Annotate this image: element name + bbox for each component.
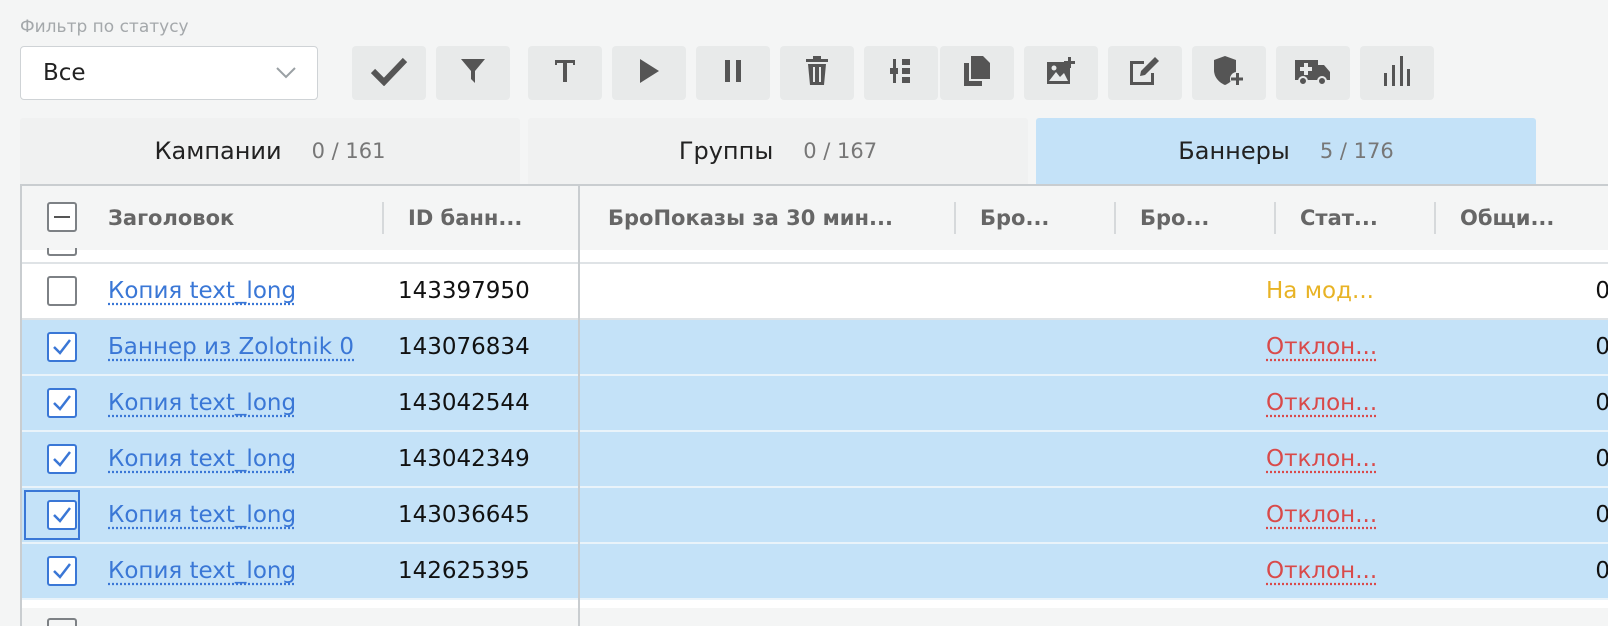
ambulance-icon xyxy=(1294,56,1332,90)
tab-count: 0 / 161 xyxy=(311,139,386,163)
banner-id: 143042544 xyxy=(398,390,530,416)
copy-button[interactable] xyxy=(940,46,1014,100)
banner-id: 143076834 xyxy=(398,334,530,360)
table-row[interactable]: Копия text_long 143042544 Отклон... 0 xyxy=(22,376,1608,432)
tab-label: Группы xyxy=(678,137,774,165)
total-value: 0 xyxy=(1442,320,1608,374)
shield-button[interactable] xyxy=(1192,46,1266,100)
table-row[interactable]: Копия text_long 142625395 Отклон... 0 xyxy=(22,544,1608,600)
play-icon xyxy=(637,57,661,89)
total-value: 0 xyxy=(1442,264,1608,318)
edit-button[interactable] xyxy=(1108,46,1182,100)
banner-title-link[interactable]: Копия text_long xyxy=(108,278,296,304)
text-icon xyxy=(553,58,577,88)
structure-button[interactable] xyxy=(864,46,938,100)
tab-count: 0 / 167 xyxy=(803,139,878,163)
column-header-bro-2[interactable]: Бро... xyxy=(1140,186,1270,250)
status-badge[interactable]: Отклон... xyxy=(1266,390,1377,416)
stats-button[interactable] xyxy=(1360,46,1434,100)
tab-count: 5 / 176 xyxy=(1319,139,1394,163)
status-badge[interactable]: Отклон... xyxy=(1266,334,1377,360)
filter-label: Фильтр по статусу xyxy=(20,17,189,37)
row-checkbox[interactable] xyxy=(47,444,77,474)
shield-plus-icon xyxy=(1213,55,1245,91)
banners-table: Заголовок ID банн... БроПоказы за 30 мин… xyxy=(20,184,1608,626)
frozen-column-divider xyxy=(578,186,580,626)
table-row[interactable]: Копия text_long 143397950 На мод... 0 xyxy=(22,264,1608,320)
banner-id: 143397950 xyxy=(398,278,530,304)
add-image-button[interactable] xyxy=(1024,46,1098,100)
pause-icon xyxy=(723,58,743,88)
total-value: 0 xyxy=(1442,544,1608,598)
column-header-total[interactable]: Общи... xyxy=(1460,186,1608,250)
row-checkbox[interactable] xyxy=(47,332,77,362)
table-row-partial xyxy=(22,248,1608,264)
trash-icon xyxy=(805,56,829,90)
select-all-checkbox[interactable] xyxy=(47,202,77,232)
banner-title-link[interactable]: Баннер из Zolotnik 0 xyxy=(108,334,354,360)
filter-icon xyxy=(460,57,486,89)
tab-label: Кампании xyxy=(154,137,282,165)
banner-id: 143042349 xyxy=(398,446,530,472)
pause-button[interactable] xyxy=(696,46,770,100)
check-icon xyxy=(370,56,408,90)
banner-title-link[interactable]: Копия text_long xyxy=(108,558,296,584)
status-badge[interactable]: Отклон... xyxy=(1266,502,1377,528)
table-row[interactable]: Копия text_long 143036645 Отклон... 0 xyxy=(22,488,1608,544)
banner-title-link[interactable]: Копия text_long xyxy=(108,390,296,416)
total-value: 0 xyxy=(1442,432,1608,486)
sitemap-icon xyxy=(889,57,913,89)
banner-title-link[interactable]: Копия text_long xyxy=(108,502,296,528)
total-value: 0 xyxy=(1442,376,1608,430)
edit-icon xyxy=(1128,55,1162,91)
column-header-impressions[interactable]: БроПоказы за 30 мин... xyxy=(608,186,948,250)
row-checkbox[interactable] xyxy=(47,500,77,530)
approve-button[interactable] xyxy=(352,46,426,100)
tab-campaigns[interactable]: Кампании 0 / 161 xyxy=(20,118,520,184)
table-row[interactable]: Баннер из Zolotnik 0 143076834 Отклон... 0 xyxy=(22,320,1608,376)
banner-id: 143036645 xyxy=(398,502,530,528)
chevron-down-icon xyxy=(275,65,297,84)
text-button[interactable] xyxy=(528,46,602,100)
total-value: 0 xyxy=(1442,488,1608,542)
row-checkbox[interactable] xyxy=(47,276,77,306)
status-filter-value: Все xyxy=(43,60,86,86)
status-filter-select[interactable]: Все xyxy=(20,46,318,100)
banner-title-link[interactable]: Копия text_long xyxy=(108,446,296,472)
column-header-bro-1[interactable]: Бро... xyxy=(980,186,1110,250)
row-checkbox[interactable] xyxy=(47,388,77,418)
status-badge[interactable]: Отклон... xyxy=(1266,446,1377,472)
play-button[interactable] xyxy=(612,46,686,100)
ambulance-button[interactable] xyxy=(1276,46,1350,100)
image-plus-icon xyxy=(1046,56,1076,90)
table-row-partial xyxy=(22,608,1608,626)
column-header-id[interactable]: ID банн... xyxy=(408,186,578,250)
table-header: Заголовок ID банн... БроПоказы за 30 мин… xyxy=(22,186,1608,252)
row-checkbox[interactable] xyxy=(47,556,77,586)
bar-chart-icon xyxy=(1382,55,1412,91)
status-badge[interactable]: На мод... xyxy=(1266,278,1374,304)
tab-banners[interactable]: Баннеры 5 / 176 xyxy=(1036,118,1536,184)
tab-groups[interactable]: Группы 0 / 167 xyxy=(528,118,1028,184)
copy-icon xyxy=(963,55,991,91)
tab-label: Баннеры xyxy=(1178,137,1290,165)
column-header-title[interactable]: Заголовок xyxy=(108,186,368,250)
column-header-status[interactable]: Стат... xyxy=(1300,186,1430,250)
banner-id: 142625395 xyxy=(398,558,530,584)
table-row[interactable]: Копия text_long 143042349 Отклон... 0 xyxy=(22,432,1608,488)
status-badge[interactable]: Отклон... xyxy=(1266,558,1377,584)
delete-button[interactable] xyxy=(780,46,854,100)
filter-button[interactable] xyxy=(436,46,510,100)
